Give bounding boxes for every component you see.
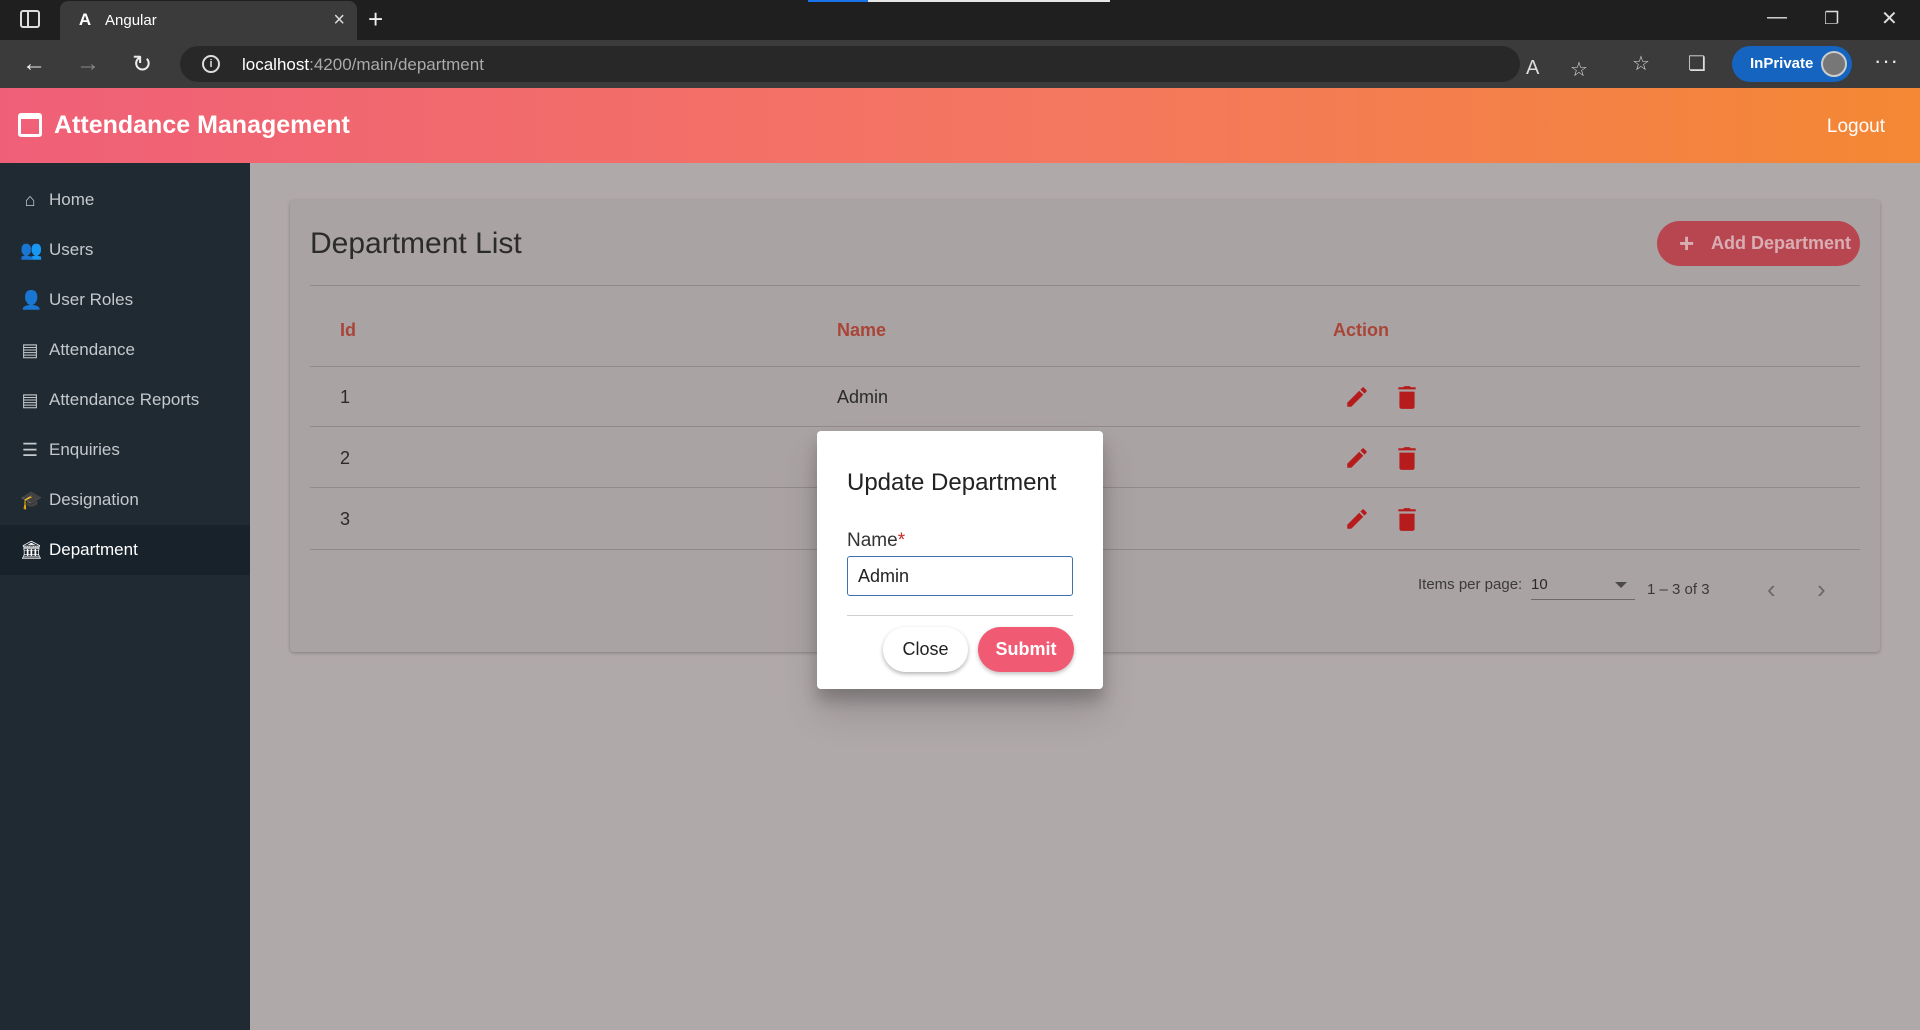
- tab-sidebar-toggle-icon[interactable]: [20, 10, 40, 28]
- sidebar-item-attendance-reports[interactable]: ▤ Attendance Reports: [0, 375, 250, 425]
- items-per-page-value: 10: [1531, 576, 1548, 593]
- url-text: localhost:4200/main/department: [242, 55, 484, 75]
- column-header-id: Id: [340, 320, 356, 340]
- next-page-icon[interactable]: ›: [1817, 574, 1826, 605]
- edit-icon[interactable]: [1344, 445, 1370, 471]
- cell-id: 1: [340, 387, 351, 407]
- window-close-icon[interactable]: ✕: [1881, 6, 1898, 31]
- designation-icon: 🎓: [20, 490, 43, 510]
- sidebar-item-label: Enquiries: [49, 440, 120, 459]
- sidebar-item-user-roles[interactable]: 👤 User Roles: [0, 275, 250, 325]
- delete-icon[interactable]: [1396, 445, 1418, 471]
- table-divider: [310, 366, 1860, 367]
- url-path: :4200/main/department: [309, 55, 484, 74]
- logout-link[interactable]: Logout: [1827, 116, 1885, 138]
- refresh-icon[interactable]: ↻: [132, 50, 152, 79]
- edit-icon[interactable]: [1344, 384, 1370, 410]
- sidebar-item-label: Department: [49, 540, 138, 559]
- table-row-divider: [310, 426, 1860, 427]
- angular-logo-icon: A: [78, 10, 92, 29]
- add-department-button[interactable]: + Add Department: [1657, 221, 1860, 266]
- close-button[interactable]: Close: [883, 627, 968, 672]
- sidebar-item-enquiries[interactable]: ☰ Enquiries: [0, 425, 250, 475]
- calendar-icon: [18, 113, 42, 137]
- sidebar-item-home[interactable]: ⌂ Home: [0, 175, 250, 225]
- sidebar-item-users[interactable]: 👥 Users: [0, 225, 250, 275]
- collections-icon[interactable]: ❏: [1688, 51, 1706, 76]
- add-favorite-icon[interactable]: ☆: [1570, 57, 1588, 82]
- name-field-label: Name*: [847, 530, 905, 552]
- required-marker: *: [897, 530, 906, 551]
- delete-icon[interactable]: [1396, 384, 1418, 410]
- tab-close-icon[interactable]: ×: [333, 9, 345, 32]
- submit-button[interactable]: Submit: [978, 627, 1074, 672]
- sidebar-item-department[interactable]: 🏛 Department: [0, 525, 250, 575]
- browser-address-bar: ← → ↻ i localhost:4200/main/department A…: [0, 40, 1920, 88]
- read-aloud-icon[interactable]: A: [1526, 57, 1539, 80]
- add-department-label: Add Department: [1711, 233, 1852, 253]
- loading-bar-progress: [808, 0, 868, 2]
- department-name-input[interactable]: [847, 556, 1073, 596]
- column-header-action: Action: [1333, 320, 1389, 340]
- name-label-text: Name: [847, 530, 898, 551]
- dialog-title: Update Department: [847, 469, 1057, 496]
- sidebar-item-attendance[interactable]: ▤ Attendance: [0, 325, 250, 375]
- page-range-label: 1 – 3 of 3: [1647, 581, 1710, 598]
- users-icon: 👥: [20, 240, 43, 260]
- dialog-divider: [847, 615, 1073, 616]
- items-per-page-select[interactable]: 10: [1531, 570, 1635, 600]
- inprivate-button[interactable]: InPrivate: [1732, 46, 1852, 82]
- cell-name: Admin: [837, 387, 889, 407]
- sidebar-item-label: Home: [49, 190, 95, 209]
- back-icon[interactable]: ←: [22, 50, 46, 78]
- url-field[interactable]: i localhost:4200/main/department A ☆: [180, 46, 1588, 82]
- favorites-icon[interactable]: ☆: [1632, 51, 1650, 76]
- browser-tab-bar: A Angular × + — ❐ ✕: [0, 0, 1920, 40]
- items-per-page-label: Items per page:: [1418, 576, 1523, 593]
- restore-icon[interactable]: ❐: [1824, 9, 1839, 29]
- inprivate-label: InPrivate: [1750, 55, 1814, 72]
- sidebar-item-label: Attendance: [49, 340, 136, 359]
- minimize-icon[interactable]: —: [1767, 6, 1787, 29]
- column-header-name: Name: [837, 320, 887, 340]
- user-roles-icon: 👤: [20, 290, 43, 310]
- app-header: Attendance Management Logout: [0, 88, 1920, 163]
- profile-avatar: [1821, 51, 1847, 77]
- reports-icon: ▤: [21, 390, 39, 410]
- sidebar-item-designation[interactable]: 🎓 Designation: [0, 475, 250, 525]
- app-title: Attendance Management: [54, 111, 350, 139]
- attendance-icon: ▤: [21, 340, 39, 360]
- sidebar-item-label: Attendance Reports: [49, 390, 200, 409]
- department-icon: 🏛: [20, 540, 43, 560]
- update-department-dialog: Update Department Name* Close Submit: [817, 431, 1103, 689]
- sidebar-item-label: User Roles: [49, 290, 134, 309]
- url-host: localhost: [242, 55, 310, 74]
- site-info-icon[interactable]: i: [202, 55, 220, 73]
- cell-id: 2: [340, 448, 351, 468]
- edit-icon[interactable]: [1344, 506, 1370, 532]
- forward-icon[interactable]: →: [76, 50, 100, 78]
- previous-page-icon[interactable]: ‹: [1767, 574, 1776, 605]
- cell-id: 3: [340, 509, 351, 529]
- enquiries-icon: ☰: [21, 440, 39, 460]
- browser-tab[interactable]: A Angular ×: [60, 1, 357, 40]
- delete-icon[interactable]: [1396, 506, 1418, 532]
- sidebar-item-label: Users: [49, 240, 94, 259]
- plus-icon: +: [1679, 228, 1695, 258]
- dropdown-caret-icon: [1615, 582, 1627, 588]
- new-tab-icon[interactable]: +: [368, 4, 383, 35]
- sidebar-item-label: Designation: [49, 490, 139, 509]
- divider: [310, 285, 1860, 286]
- page-title: Department List: [310, 227, 522, 260]
- sidebar: ⌂ Home 👥 Users 👤 User Roles ▤ Attendance…: [0, 163, 250, 1030]
- tab-title: Angular: [105, 12, 157, 29]
- more-options-icon[interactable]: ···: [1874, 48, 1899, 74]
- home-icon: ⌂: [24, 190, 36, 210]
